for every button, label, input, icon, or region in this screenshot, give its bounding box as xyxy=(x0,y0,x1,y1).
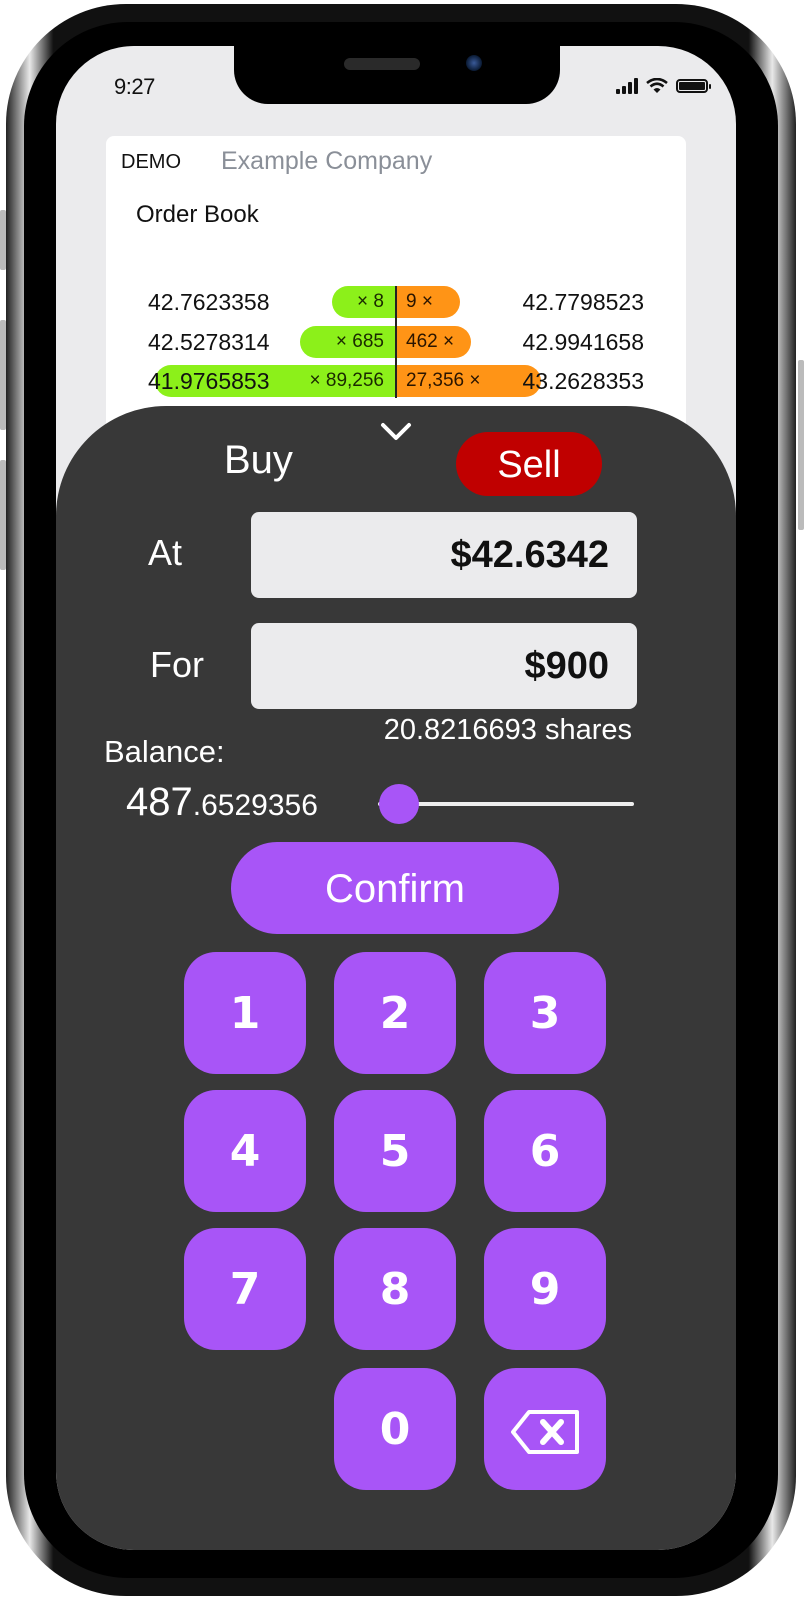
company-name: Example Company xyxy=(221,147,433,175)
key-2[interactable]: 2 xyxy=(334,952,456,1074)
shares-estimate: 20.8216693 shares xyxy=(383,714,632,746)
order-book-title: Order Book xyxy=(136,201,259,228)
key-7[interactable]: 7 xyxy=(184,1228,306,1350)
chevron-down-icon[interactable] xyxy=(379,420,413,444)
key-1[interactable]: 1 xyxy=(184,952,306,1074)
price-input[interactable]: $42.6342 xyxy=(251,512,637,598)
balance-label: Balance: xyxy=(104,734,225,769)
key-6[interactable]: 6 xyxy=(484,1090,606,1212)
key-3[interactable]: 3 xyxy=(484,952,606,1074)
confirm-button[interactable]: Confirm xyxy=(231,842,559,934)
bid-price: 42.7623358 xyxy=(148,289,270,315)
bid-quantity: × 8 xyxy=(357,291,384,312)
ask-quantity: 9 × xyxy=(406,291,433,312)
ask-price: 42.7798523 xyxy=(522,289,644,315)
backspace-button[interactable] xyxy=(484,1368,606,1490)
volume-up-button xyxy=(0,320,6,430)
key-5[interactable]: 5 xyxy=(334,1090,456,1212)
ask-quantity: 27,356 × xyxy=(406,370,481,391)
bid-price: 41.9765853 xyxy=(148,368,270,394)
ask-price: 43.2628353 xyxy=(522,368,644,394)
sell-tab[interactable]: Sell xyxy=(456,432,602,496)
balance-value: 487.6529356 xyxy=(126,780,318,825)
amount-input[interactable]: $900 xyxy=(251,623,637,709)
notch xyxy=(234,46,560,104)
screen: 9:27 DEMO Example Company Order Book 42.… xyxy=(56,46,736,1550)
status-time: 9:27 xyxy=(114,74,155,99)
bid-price: 42.5278314 xyxy=(148,329,270,355)
bid-quantity: × 89,256 xyxy=(309,370,385,391)
backspace-icon xyxy=(511,1410,579,1454)
ticker-symbol: DEMO xyxy=(121,151,181,173)
mute-switch xyxy=(0,210,6,270)
ask-price: 42.9941658 xyxy=(522,329,644,355)
balance-integer: 487 xyxy=(126,780,193,824)
key-0[interactable]: 0 xyxy=(334,1368,456,1490)
speaker xyxy=(344,58,420,70)
wifi-icon xyxy=(646,78,668,93)
key-9[interactable]: 9 xyxy=(484,1228,606,1350)
buy-tab[interactable]: Buy xyxy=(224,438,293,483)
balance-decimal: .6529356 xyxy=(192,789,318,822)
key-4[interactable]: 4 xyxy=(184,1090,306,1212)
status-icons xyxy=(616,78,711,94)
at-label: At xyxy=(148,532,183,573)
key-8[interactable]: 8 xyxy=(334,1228,456,1350)
amount-slider-thumb[interactable] xyxy=(378,784,419,824)
battery-icon xyxy=(676,79,711,93)
power-button xyxy=(798,360,804,530)
volume-down-button xyxy=(0,460,6,570)
ask-quantity: 462 × xyxy=(406,331,455,352)
trade-sheet: Buy Sell At $42.6342 For $900 20.8216693… xyxy=(56,406,736,1550)
order-book-divider xyxy=(395,286,397,398)
for-label: For xyxy=(150,644,204,685)
signal-icon xyxy=(616,78,638,94)
camera xyxy=(466,55,482,71)
bid-quantity: × 685 xyxy=(335,331,384,352)
